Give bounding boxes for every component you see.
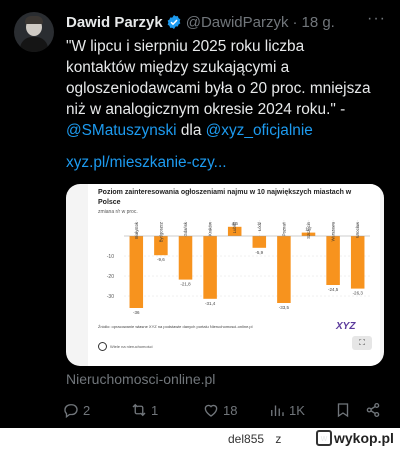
wykop-logo-icon: w <box>316 430 332 446</box>
y-tick-label: -10 <box>107 254 114 260</box>
category-label: Bydgoszcz <box>158 222 163 242</box>
bar <box>203 236 217 299</box>
tweet: Dawid Parzyk @DawidParzyk · 18 g. ··· "W… <box>0 0 400 428</box>
chart-panel: Poziom zainteresowania ogłoszeniami najm… <box>88 184 380 366</box>
wykop-logo: w wykop.pl <box>316 430 394 446</box>
mention-link[interactable]: @SMatuszynski <box>66 122 177 139</box>
more-options-icon[interactable]: ··· <box>367 10 386 28</box>
avatar-body <box>20 37 48 52</box>
like-button[interactable]: 18 <box>202 401 237 419</box>
link-card-image[interactable]: Poziom zainteresowania ogłoszeniami najm… <box>66 184 384 366</box>
value-label: 4,6 <box>232 221 239 226</box>
bar <box>252 236 267 248</box>
brand-mark-icon <box>98 342 107 351</box>
brand-text: Wiele na nieruchomości <box>110 344 153 349</box>
heart-icon <box>204 404 218 417</box>
value-label: -9,6 <box>157 257 165 262</box>
bookmark-icon <box>337 403 349 418</box>
wykop-username: del855 <box>228 432 265 446</box>
y-tick-label: -20 <box>107 274 114 280</box>
avatar-hair <box>25 16 43 24</box>
reply-count: 2 <box>83 402 91 418</box>
reply-icon <box>64 404 78 419</box>
value-label: -31,4 <box>205 301 216 306</box>
tweet-text: "W lipcu i sierpniu 2025 roku liczba kon… <box>66 36 392 173</box>
bar-chart: -10-20-30Białystok-36Bydgoszcz-9,6Gdańsk… <box>107 220 370 315</box>
views-count: 1K <box>289 402 305 418</box>
bar <box>178 236 193 280</box>
wykop-suffix: z <box>275 432 282 446</box>
retweet-button[interactable]: 1 <box>130 401 158 419</box>
expand-icon[interactable]: ⛶ <box>352 336 372 350</box>
retweet-icon <box>132 403 146 417</box>
category-label: Wrocław <box>355 221 360 238</box>
bar <box>326 236 340 285</box>
retweet-count: 1 <box>151 402 159 418</box>
tweet-text-line: ogloszeniodawcami była o 20 proc. mniejs… <box>66 80 371 97</box>
mention-link[interactable]: @xyz_oficjalnie <box>206 122 313 139</box>
bookmark-button[interactable] <box>334 401 352 419</box>
card-domain[interactable]: Nieruchomosci-online.pl <box>66 371 215 387</box>
category-label: Gdańsk <box>183 221 188 236</box>
chart-title: Poziom zainteresowania ogłoszeniami najm… <box>98 189 352 206</box>
bar <box>277 236 291 303</box>
views-chart-icon <box>271 405 284 416</box>
category-label: Warszawa <box>331 221 336 241</box>
verified-badge-icon <box>167 15 181 29</box>
author-handle[interactable]: @DawidParzyk <box>186 14 289 31</box>
action-bar: 2 1 18 1K <box>62 401 388 421</box>
reply-button[interactable]: 2 <box>62 401 90 419</box>
xyz-logo: XYZ <box>336 321 356 332</box>
bar <box>129 236 144 308</box>
wykop-brand: wykop.pl <box>334 430 394 446</box>
wykop-watermark-bar: del855 z w wykop.pl <box>0 428 400 451</box>
value-label: -26,3 <box>353 291 364 296</box>
author-name[interactable]: Dawid Parzyk <box>66 14 163 31</box>
category-label: Kraków <box>208 221 213 236</box>
value-label: -33,5 <box>279 305 290 310</box>
brand-footer: Wiele na nieruchomości <box>98 342 152 351</box>
value-label: -36 <box>133 310 140 315</box>
share-button[interactable] <box>364 401 382 419</box>
category-label: Poznań <box>281 221 286 236</box>
timestamp[interactable]: 18 g. <box>301 14 334 31</box>
avatar[interactable] <box>14 12 54 52</box>
tweet-header: Dawid Parzyk @DawidParzyk · 18 g. ··· <box>66 10 386 32</box>
link-line: xyz.pl/mieszkanie-czy... <box>66 152 392 173</box>
views-button[interactable]: 1K <box>268 401 305 419</box>
tweet-text-line: niż w analogicznym okresie 2024 roku." - <box>66 101 346 118</box>
y-tick-label: -30 <box>107 294 114 300</box>
value-label: -5,9 <box>255 250 263 255</box>
share-icon <box>366 402 380 418</box>
tweet-text-line: kontaktów między szukającymi a <box>66 59 290 76</box>
category-label: Łódź <box>257 222 262 231</box>
value-label: -21,8 <box>180 282 191 287</box>
like-count: 18 <box>223 402 238 418</box>
chart-source: Źródło: opracowanie własne XYZ na podsta… <box>98 324 253 329</box>
wykop-user: del855 z <box>228 432 281 446</box>
value-label: -24,5 <box>328 287 339 292</box>
article-link[interactable]: xyz.pl/mieszkanie-czy... <box>66 154 227 171</box>
tweet-text-line: "W lipcu i sierpniu 2025 roku liczba <box>66 38 305 55</box>
mention-connector: dla <box>180 122 202 139</box>
mentions-line: @SMatuszynski dla @xyz_oficjalnie <box>66 120 392 141</box>
value-label: 1,7 <box>305 227 312 232</box>
bar <box>350 236 365 289</box>
separator-dot: · <box>292 13 298 31</box>
